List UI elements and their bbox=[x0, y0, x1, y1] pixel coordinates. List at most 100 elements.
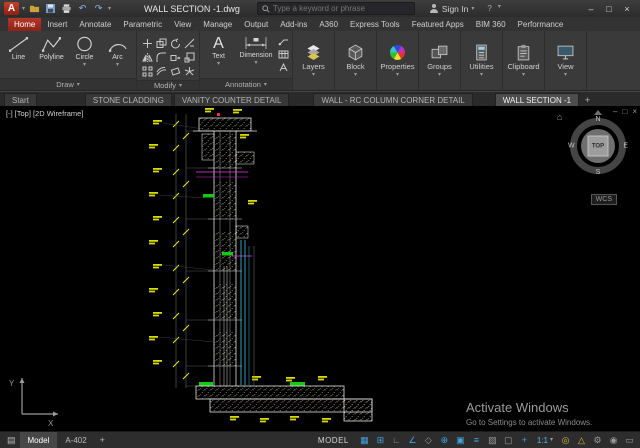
undo-icon[interactable]: ↶ bbox=[76, 3, 89, 15]
application-menu-button[interactable]: A bbox=[4, 2, 19, 15]
viewcube-south[interactable]: S bbox=[596, 169, 601, 176]
file-tab-wall-rc-column-corner-detail[interactable]: WALL - RC COLUMN CORNER DETAIL bbox=[313, 93, 472, 106]
workspace-gear-icon[interactable]: ⚙ bbox=[590, 433, 605, 447]
file-tab-stone-cladding[interactable]: STONE CLADDING bbox=[85, 93, 172, 106]
ortho-icon[interactable]: ∟ bbox=[389, 433, 404, 447]
viewcube-west[interactable]: W bbox=[568, 143, 575, 150]
table-icon[interactable] bbox=[278, 49, 289, 60]
ribbon-tab-parametric[interactable]: Parametric bbox=[117, 18, 168, 31]
fillet-icon[interactable] bbox=[154, 50, 168, 64]
panel-title-annotation[interactable]: Annotation ▾ bbox=[200, 78, 292, 90]
text-style-icon[interactable] bbox=[278, 62, 289, 73]
window-minimize-button[interactable]: – bbox=[582, 1, 600, 16]
trim-icon[interactable] bbox=[182, 36, 196, 50]
panel-title-modify[interactable]: Modify ▾ bbox=[137, 80, 199, 90]
autoscale-icon[interactable]: △ bbox=[574, 433, 589, 447]
panel-properties-button[interactable]: Properties ▾ bbox=[377, 31, 419, 90]
viewport-visual-style-control[interactable]: [2D Wireframe] bbox=[33, 109, 83, 118]
erase-icon[interactable] bbox=[168, 64, 182, 78]
annotation-scale-control[interactable]: 1:1 ▾ bbox=[533, 436, 557, 445]
qat-customize-caret-icon[interactable]: ▾ bbox=[108, 6, 111, 12]
save-icon[interactable] bbox=[44, 3, 57, 15]
panel-utilities-button[interactable]: Utilities ▾ bbox=[461, 31, 503, 90]
snap-icon[interactable]: ⊞ bbox=[373, 433, 388, 447]
text-tool-button[interactable]: A Text ▾ bbox=[203, 33, 234, 67]
drawing-area[interactable]: Y X [-] [Top] [2D Wireframe] – □ × ⌂ TOP… bbox=[0, 106, 640, 431]
arc-caret-icon[interactable]: ▾ bbox=[116, 62, 119, 68]
open-icon[interactable] bbox=[28, 3, 41, 15]
polar-tracking-icon[interactable]: ∠ bbox=[405, 433, 420, 447]
file-tab-vanity-counter-detail[interactable]: VANITY COUNTER DETAIL bbox=[174, 93, 290, 106]
new-layout-button[interactable]: + bbox=[95, 435, 110, 445]
object-snap-tracking-icon[interactable]: ⊕ bbox=[437, 433, 452, 447]
ribbon-tab-view[interactable]: View bbox=[168, 18, 197, 31]
panel-title-draw[interactable]: Draw ▾ bbox=[0, 78, 136, 90]
array-icon[interactable] bbox=[140, 64, 154, 78]
ribbon-tab-annotate[interactable]: Annotate bbox=[73, 18, 117, 31]
isodraft-icon[interactable]: ◇ bbox=[421, 433, 436, 447]
ucs-icon[interactable]: Y X bbox=[9, 378, 58, 428]
move-icon[interactable] bbox=[140, 36, 154, 50]
clean-screen-icon[interactable]: ▭ bbox=[622, 433, 637, 447]
stretch-icon[interactable] bbox=[168, 50, 182, 64]
annotation-visibility-icon[interactable]: ◎ bbox=[558, 433, 573, 447]
new-drawing-tab-button[interactable]: + bbox=[581, 93, 594, 106]
plot-icon[interactable] bbox=[60, 3, 73, 15]
ribbon-tab-home[interactable]: Home bbox=[8, 18, 41, 31]
viewcube-home-icon[interactable]: ⌂ bbox=[557, 112, 562, 122]
ribbon-tab-output[interactable]: Output bbox=[238, 18, 274, 31]
panel-clipboard-button[interactable]: Clipboard ▾ bbox=[503, 31, 545, 90]
selection-cycling-icon[interactable]: ▢ bbox=[501, 433, 516, 447]
dimension-tool-button[interactable]: Dimension ▾ bbox=[236, 33, 276, 66]
dynamic-input-icon[interactable]: + bbox=[517, 433, 532, 447]
wall-section-drawing[interactable]: Y X bbox=[0, 106, 640, 431]
circle-caret-icon[interactable]: ▾ bbox=[83, 62, 86, 68]
layout-tab-a402[interactable]: A-402 bbox=[57, 432, 94, 448]
ribbon-tab-manage[interactable]: Manage bbox=[197, 18, 238, 31]
offset-icon[interactable] bbox=[154, 64, 168, 78]
window-restore-button[interactable]: □ bbox=[600, 1, 618, 16]
help-search[interactable] bbox=[257, 2, 415, 15]
layouts-grid-icon[interactable]: ▤ bbox=[3, 435, 20, 446]
scale-icon[interactable] bbox=[182, 50, 196, 64]
ribbon-tab-insert[interactable]: Insert bbox=[41, 18, 73, 31]
viewcube-top-face[interactable]: TOP bbox=[588, 136, 609, 157]
panel-groups-button[interactable]: Groups ▾ bbox=[419, 31, 461, 90]
help-caret-icon[interactable]: ▾ bbox=[498, 4, 501, 13]
doc-close-icon[interactable]: × bbox=[632, 107, 637, 116]
ribbon-tab-bim360[interactable]: BIM 360 bbox=[470, 18, 512, 31]
viewport-menu-control[interactable]: [-] bbox=[6, 109, 13, 118]
panel-block-button[interactable]: Block ▾ bbox=[335, 31, 377, 90]
search-input[interactable] bbox=[273, 4, 403, 13]
layout-tab-model[interactable]: Model bbox=[20, 432, 58, 448]
viewcube[interactable]: ⌂ TOP N S W E bbox=[566, 114, 630, 178]
window-close-button[interactable]: × bbox=[618, 1, 636, 16]
text-caret-icon[interactable]: ▾ bbox=[217, 61, 220, 67]
model-space-toggle[interactable]: MODEL bbox=[311, 436, 356, 445]
ribbon-tab-performance[interactable]: Performance bbox=[512, 18, 570, 31]
viewport-view-control[interactable]: [Top] bbox=[15, 109, 31, 118]
copy-icon[interactable] bbox=[154, 36, 168, 50]
wcs-indicator[interactable]: WCS bbox=[591, 194, 617, 205]
annotation-monitor-icon[interactable]: ◉ bbox=[606, 433, 621, 447]
ribbon-tab-express-tools[interactable]: Express Tools bbox=[344, 18, 406, 31]
polyline-tool-button[interactable]: Polyline bbox=[36, 33, 67, 61]
circle-tool-button[interactable]: Circle ▾ bbox=[69, 33, 100, 68]
viewcube-east[interactable]: E bbox=[623, 143, 628, 150]
ribbon-tab-a360[interactable]: A360 bbox=[313, 18, 344, 31]
panel-view-button[interactable]: View ▾ bbox=[545, 31, 587, 90]
arc-tool-button[interactable]: Arc ▾ bbox=[102, 33, 133, 68]
mirror-icon[interactable] bbox=[140, 50, 154, 64]
ribbon-tab-addins[interactable]: Add-ins bbox=[274, 18, 313, 31]
app-menu-caret-icon[interactable]: ▾ bbox=[22, 6, 25, 12]
file-tab-start[interactable]: Start bbox=[4, 93, 37, 106]
help-icon[interactable]: ? bbox=[487, 4, 491, 13]
lineweight-icon[interactable]: ≡ bbox=[469, 433, 484, 447]
grid-icon[interactable]: ▦ bbox=[357, 433, 372, 447]
object-snap-icon[interactable]: ▣ bbox=[453, 433, 468, 447]
explode-icon[interactable] bbox=[182, 64, 196, 78]
ribbon-tab-featured-apps[interactable]: Featured Apps bbox=[406, 18, 470, 31]
leader-icon[interactable] bbox=[278, 36, 289, 47]
file-tab-wall-section-1[interactable]: WALL SECTION -1 bbox=[495, 93, 579, 106]
viewcube-north[interactable]: N bbox=[595, 116, 600, 123]
